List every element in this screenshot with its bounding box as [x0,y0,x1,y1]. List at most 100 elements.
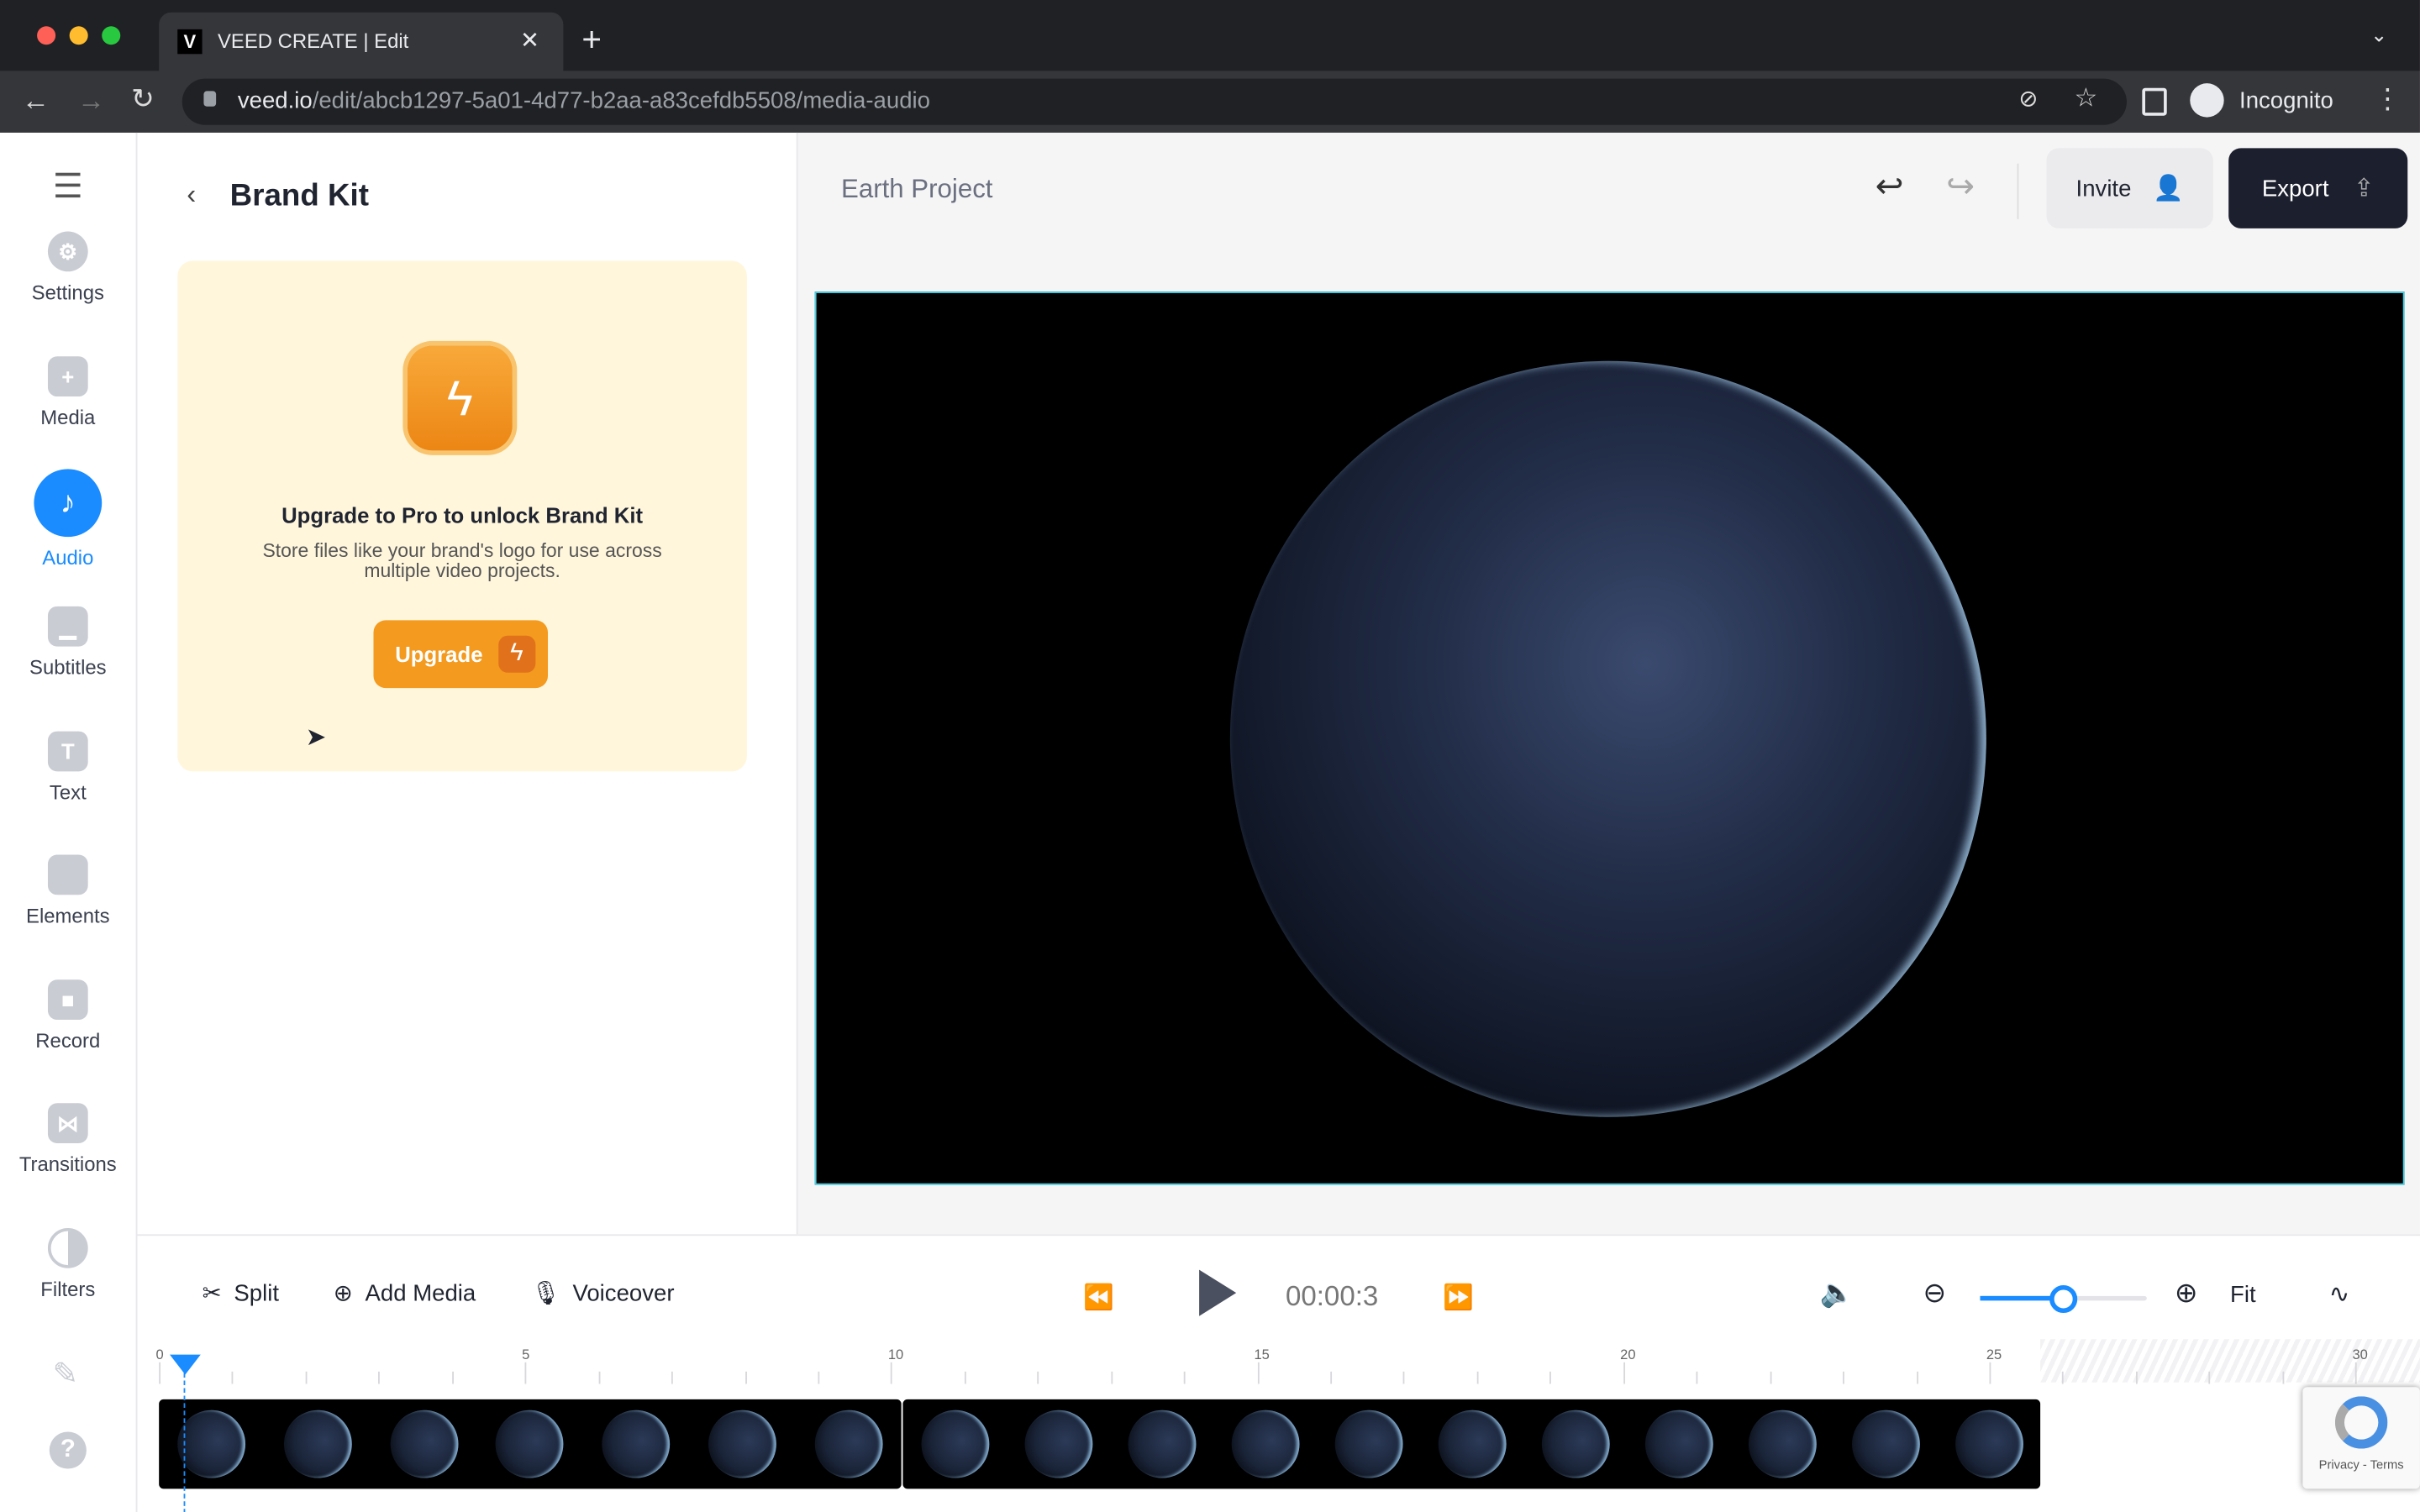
redo-button[interactable]: ↪ [1946,166,1975,207]
sidebar-label: Media [40,406,96,429]
playhead-line [183,1365,187,1512]
ruler-label: 15 [1254,1347,1270,1362]
zoom-out-icon[interactable]: ⊖ [1923,1278,1947,1310]
ruler-tick [2208,1371,2211,1384]
sidebar-item-settings[interactable]: ⚙ Settings [0,231,136,304]
plus-circle-icon: ⊕ [333,1280,353,1307]
split-button[interactable]: ✂ Split [203,1279,279,1307]
video-preview[interactable] [814,291,2405,1185]
forward-button[interactable]: → [77,85,105,118]
maximize-window-button[interactable] [102,26,121,45]
browser-menu-icon[interactable]: ⋮ [2374,83,2402,116]
ruler-tick [964,1371,966,1384]
recaptcha-badge[interactable]: Privacy - Terms [2302,1387,2420,1489]
hamburger-menu-icon[interactable] [55,172,81,198]
sidebar-item-audio[interactable]: ♪ Audio [0,469,136,570]
address-bar[interactable]: veed.io/edit/abcb1297-5a01-4d77-b2aa-a83… [182,78,2127,125]
fit-button[interactable]: Fit [2230,1282,2256,1308]
panel-title: Brand Kit [229,179,369,213]
playhead-handle[interactable] [170,1354,201,1375]
clip-thumbnail [1851,1410,1919,1478]
invite-button[interactable]: Invite 👤 [2046,148,2213,228]
back-button[interactable]: ← [22,85,50,118]
sidebar-item-subtitles[interactable]: ▁ Subtitles [0,606,136,679]
zoom-in-icon[interactable]: ⊕ [2175,1278,2198,1310]
voiceover-label: Voiceover [572,1279,675,1306]
tab-list-chevron-icon[interactable]: ⌄ [2370,24,2387,48]
help-icon[interactable]: ? [49,1431,87,1469]
zoom-slider[interactable] [1980,1284,2147,1314]
tab-close-icon[interactable]: ✕ [520,26,539,54]
video-clip[interactable] [159,1399,902,1489]
back-chevron-icon[interactable]: ‹ [187,179,196,212]
scissors-icon: ✂ [202,1280,222,1307]
clip-thumbnail [1437,1410,1506,1478]
lightning-icon: ϟ [497,635,535,673]
star-icon[interactable]: ☆ [2075,83,2098,114]
sidepanel-icon[interactable] [2142,87,2167,116]
microphone-icon: 🎙 [530,1280,560,1307]
clip-thumbnail [1127,1410,1196,1478]
sidebar-item-elements[interactable]: Elements [0,854,136,927]
minimize-window-button[interactable] [69,26,88,45]
ruler-tick [1476,1371,1479,1384]
sidebar-item-record[interactable]: ■ Record [0,979,136,1053]
eye-off-icon[interactable]: ⊘ [2018,85,2038,113]
zoom-slider-handle[interactable] [2049,1284,2078,1314]
ruler-tick [1184,1371,1186,1384]
sidebar-label: Subtitles [29,655,107,680]
mouse-cursor: ➤ [305,725,327,752]
clip-thumbnail [1748,1410,1816,1478]
divider [2017,163,2019,219]
ruler-tick [159,1362,161,1384]
waveform-icon[interactable]: ∿ [2329,1279,2350,1310]
ruler-tick [1989,1362,1991,1384]
ruler-label: 10 [887,1347,904,1362]
pencil-icon[interactable]: ✎ [52,1355,78,1394]
clip-thumbnail [390,1410,459,1478]
ruler-tick [524,1362,527,1384]
ruler-tick [2282,1371,2284,1384]
volume-icon[interactable]: 🔈 [1819,1278,1854,1310]
sidebar: ⚙ Settings + Media ♪ Audio ▁ Subtitles T Text… [0,132,138,1512]
ruler-tick [597,1371,600,1384]
sidebar-item-filters[interactable]: Filters [0,1228,136,1300]
voiceover-button[interactable]: 🎙 Voiceover [531,1279,675,1307]
sidebar-item-transitions[interactable]: ⋈ Transitions [0,1103,136,1176]
sidebar-item-media[interactable]: + Media [0,356,136,429]
ruler-tick [1623,1362,1625,1384]
video-clip[interactable] [902,1399,2041,1489]
earth-image [1229,360,1986,1117]
sidebar-label: Text [49,780,87,804]
ruler-tick [1257,1362,1260,1384]
ruler-tick [818,1371,820,1384]
add-media-button[interactable]: ⊕ Add Media [334,1279,476,1307]
time-display: 00:00:3 [1285,1280,1379,1312]
fast-forward-button[interactable]: ⏩ [1443,1282,1474,1313]
timeline-ruler[interactable]: 0 5 10 15 20 25 30 [156,1347,2420,1387]
add-user-icon: 👤 [2153,176,2184,202]
sidebar-item-text[interactable]: T Text [0,731,136,804]
play-button[interactable] [1199,1269,1237,1316]
rewind-button[interactable]: ⏪ [1083,1282,1114,1313]
timeline-area: ✂ Split ⊕ Add Media 🎙 Voiceover ⏪ 00:00:3 ⏩… [137,1234,2420,1512]
ruler-tick [1403,1371,1406,1384]
clip-thumbnail [708,1410,776,1478]
ruler-tick [1696,1371,1698,1384]
undo-button[interactable]: ↩ [1876,166,1904,207]
browser-tab[interactable]: V VEED CREATE | Edit ✕ [159,12,564,71]
incognito-label: Incognito [2239,87,2333,114]
upgrade-button[interactable]: Upgrade ϟ [373,620,549,689]
clip-thumbnail [1540,1410,1609,1478]
sidebar-label: Record [35,1029,101,1053]
ruler-tick [1330,1371,1333,1384]
clip-thumbnail [920,1410,989,1478]
clip-thumbnail [1023,1410,1092,1478]
reload-button[interactable]: ↻ [131,83,155,116]
close-window-button[interactable] [37,26,56,45]
filters-icon [47,1228,88,1268]
project-name[interactable]: Earth Project [841,175,992,206]
clip-thumbnail [496,1410,565,1478]
new-tab-button[interactable]: + [581,20,602,60]
export-button[interactable]: Export ⇪ [2228,148,2408,228]
